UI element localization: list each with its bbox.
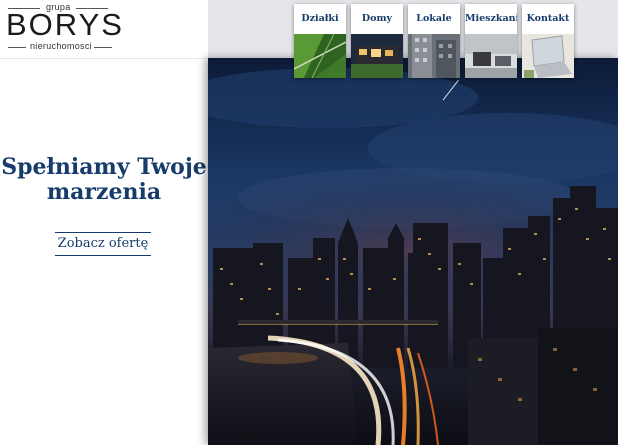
building-thumbnail [408, 34, 460, 78]
hero-title: Spełniamy Twoje marzenia [0, 155, 208, 205]
nav-item-kontakt[interactable]: Kontakt [522, 4, 574, 78]
nav-item-lokale[interactable]: Lokale [408, 4, 460, 78]
nav-label-kontakt: Kontakt [526, 13, 570, 24]
city-night-illustration [208, 68, 618, 445]
house-thumbnail [351, 34, 403, 78]
hero-title-line1: Spełniamy Twoje [1, 154, 207, 180]
main-navigation: Działki Domy Lokale Mieszkan Kontakt [294, 4, 614, 80]
logo[interactable]: grupa BORYS nieruchomosci [0, 0, 208, 59]
hero-image [208, 58, 618, 445]
apartment-thumbnail [465, 34, 517, 78]
logo-divider-bottom-right [94, 47, 112, 48]
logo-bottom-text: nieruchomosci [30, 41, 92, 51]
logo-wordmark: BORYS [6, 7, 124, 42]
nav-item-mieszkania[interactable]: Mieszkania [465, 4, 517, 78]
nav-label-dzialki: Działki [301, 13, 339, 24]
see-offer-button[interactable]: Zobacz ofertę [55, 232, 151, 256]
hero-title-line2: marzenia [46, 179, 162, 205]
nav-label-domy: Domy [361, 13, 393, 24]
nav-item-dzialki[interactable]: Działki [294, 4, 346, 78]
nav-item-domy[interactable]: Domy [351, 4, 403, 78]
logo-divider-bottom-left [8, 47, 26, 48]
field-thumbnail [294, 34, 346, 78]
nav-label-lokale: Lokale [416, 13, 452, 24]
laptop-thumbnail [522, 34, 574, 78]
left-panel: grupa BORYS nieruchomosci Spełniamy Twoj… [0, 0, 208, 445]
nav-label-mieszkania: Mieszkania [465, 13, 517, 24]
